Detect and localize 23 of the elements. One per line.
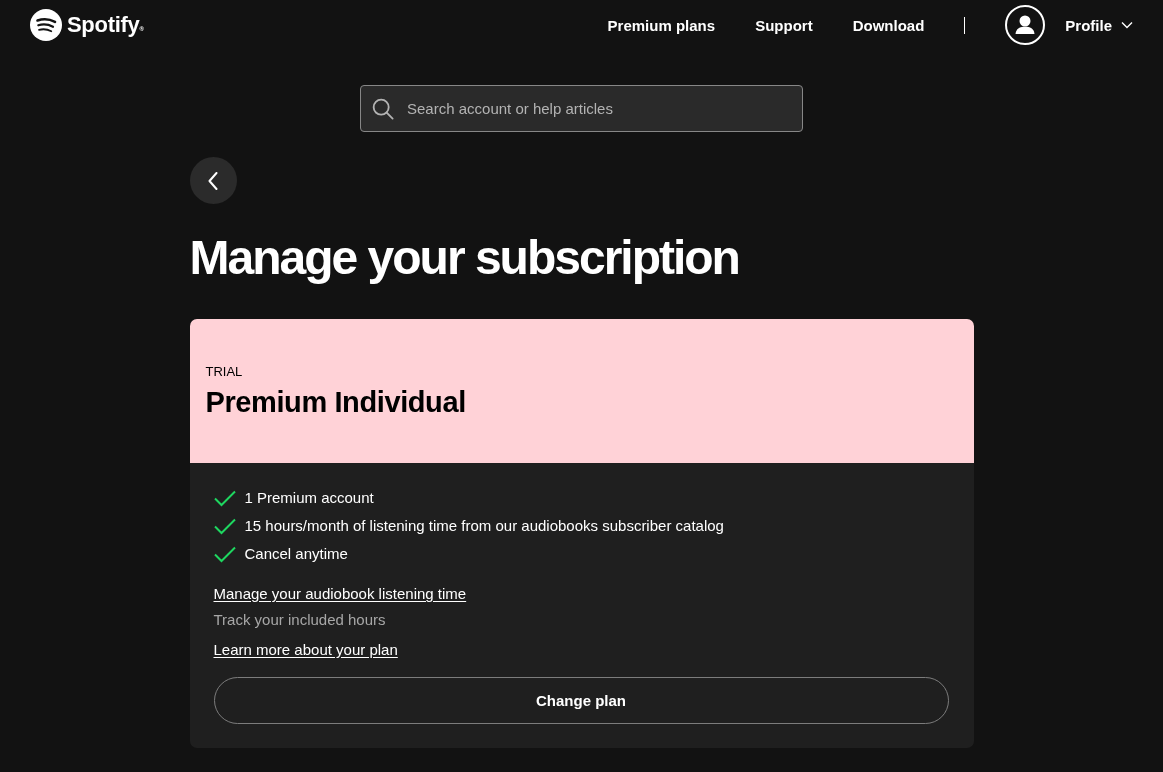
search-icon	[372, 98, 394, 120]
plan-link[interactable]: Learn more about your plan	[213, 639, 398, 661]
page-title: Manage your subscription	[189, 230, 740, 286]
feature-text: Cancel anytime	[244, 544, 348, 564]
caret-icon	[1121, 21, 1133, 29]
check-icon	[213, 545, 236, 563]
nav-link[interactable]: Premium plans	[607, 16, 716, 34]
person-icon	[1005, 5, 1046, 45]
feature-text: 15 hours/month of listening time from our audiobooks subscriber catalog	[244, 516, 724, 536]
search-field[interactable]: Search account or help articles	[360, 85, 803, 132]
plan-link[interactable]: Manage your audiobook listening time	[213, 583, 467, 605]
back-button[interactable]	[189, 157, 237, 204]
nav-link[interactable]: Support	[755, 16, 813, 34]
chevron-left-icon	[208, 171, 218, 190]
plan-tag: TRIAL	[205, 364, 958, 380]
feature-text: 1 Premium account	[244, 488, 374, 508]
logo-icon	[30, 9, 62, 41]
link-description: Track your included hours	[213, 610, 386, 630]
check-icon	[213, 489, 236, 507]
nav-link[interactable]: Download	[852, 16, 925, 34]
check-icon	[213, 517, 236, 535]
profile-button[interactable]: Profile	[1005, 5, 1133, 45]
plan-name: Premium Individual	[205, 385, 467, 419]
